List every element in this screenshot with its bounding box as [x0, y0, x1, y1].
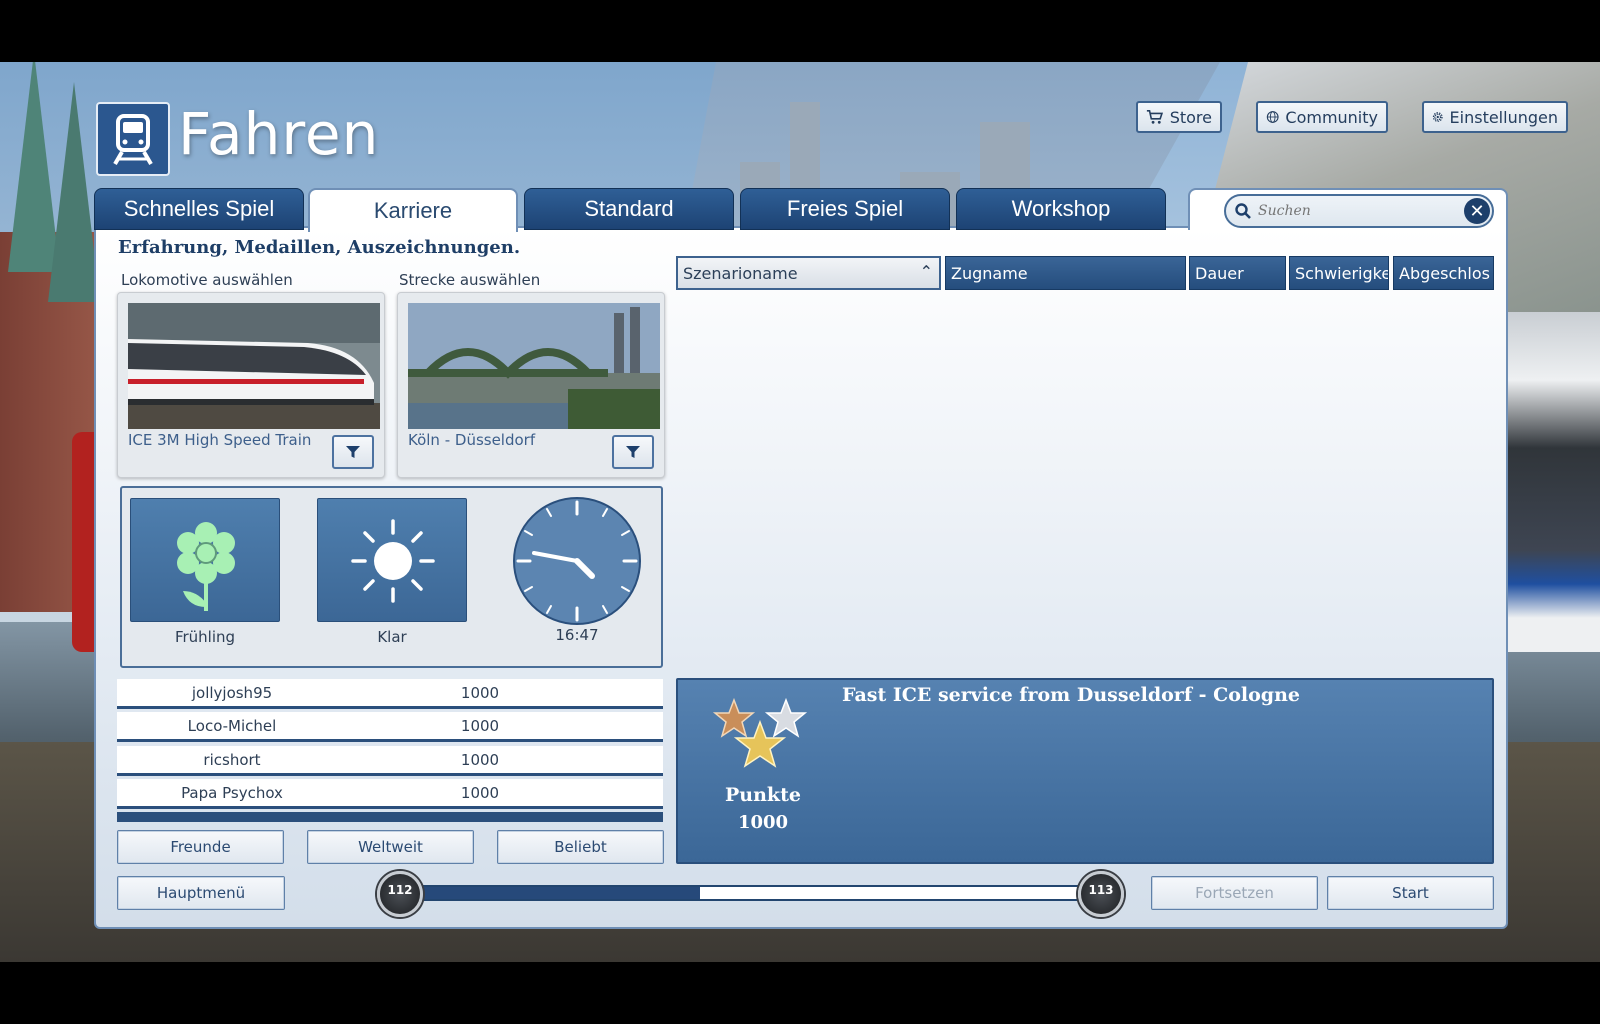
- player-score: 1000: [460, 716, 500, 735]
- column-label: Szenarioname: [683, 263, 798, 283]
- tab-free-play[interactable]: Freies Spiel: [740, 188, 950, 230]
- player-name: Loco-Michel: [187, 716, 277, 735]
- community-label: Community: [1285, 107, 1378, 127]
- scenario-detail: Fast ICE service from Dusseldorf - Colog…: [676, 678, 1494, 864]
- column-completed[interactable]: Abgeschlos: [1393, 256, 1494, 290]
- store-button[interactable]: Store: [1136, 101, 1222, 133]
- weather-label: Klar: [377, 628, 407, 646]
- loco-image: [128, 303, 380, 429]
- player-name: Papa Psychox: [181, 783, 283, 802]
- leaderboard-row: Papa Psychox 1000: [117, 779, 663, 809]
- clock-icon: [513, 497, 641, 625]
- page-title: Fahren: [178, 100, 380, 168]
- medals-icon: [712, 697, 808, 768]
- column-train-name[interactable]: Zugname: [945, 256, 1186, 290]
- settings-label: Einstellungen: [1449, 107, 1558, 127]
- main-menu-button[interactable]: Hauptmenü: [117, 876, 285, 910]
- column-difficulty[interactable]: Schwierigke: [1289, 256, 1389, 290]
- points-value: 1000: [737, 812, 789, 833]
- cart-icon: [1146, 110, 1164, 124]
- globe-icon: [1266, 111, 1279, 123]
- season-button[interactable]: [130, 498, 280, 622]
- xp-progress-fill: [412, 887, 701, 899]
- scenario-list[interactable]: [676, 292, 1494, 672]
- background-train: [1500, 312, 1600, 652]
- player-name: ricshort: [203, 750, 261, 769]
- leaderboard-row: ricshort 1000: [117, 746, 663, 776]
- player-score: 1000: [460, 750, 500, 769]
- store-label: Store: [1169, 107, 1212, 127]
- loco-name: ICE 3M High Speed Train: [128, 431, 312, 449]
- gear-icon: [1432, 112, 1443, 122]
- popular-button[interactable]: Beliebt: [497, 830, 664, 864]
- column-scenario-name[interactable]: Szenarioname ⌃: [676, 256, 941, 290]
- next-level-badge: 113: [1078, 871, 1124, 917]
- player-score: 1000: [460, 783, 500, 802]
- time-clock-button[interactable]: [512, 496, 642, 626]
- worldwide-button[interactable]: Weltweit: [307, 830, 474, 864]
- route-select-label: Strecke auswählen: [399, 271, 541, 289]
- player-name: jollyjosh95: [191, 683, 273, 702]
- tab-standard[interactable]: Standard: [524, 188, 734, 230]
- filter-icon: [626, 446, 640, 458]
- sort-ascending-icon: ⌃: [919, 262, 933, 281]
- column-duration[interactable]: Dauer: [1189, 256, 1286, 290]
- search-icon: [1235, 203, 1251, 219]
- leaderboard-footer: [117, 812, 663, 822]
- leaderboard-row: jollyjosh95 1000: [117, 679, 663, 709]
- leaderboard-row: Loco-Michel 1000: [117, 712, 663, 742]
- time-label: 16:47: [555, 626, 599, 644]
- tab-quick-game[interactable]: Schnelles Spiel: [94, 188, 304, 230]
- route-name: Köln - Düsseldorf: [408, 431, 536, 449]
- start-button[interactable]: Start: [1327, 876, 1494, 910]
- continue-button[interactable]: Fortsetzen: [1151, 876, 1318, 910]
- conditions-panel: Frühling Klar 16:47: [120, 486, 663, 668]
- scenario-title: Fast ICE service from Dusseldorf - Colog…: [842, 684, 1300, 706]
- current-level-badge: 112: [377, 871, 423, 917]
- weather-button[interactable]: [317, 498, 467, 622]
- route-card[interactable]: Köln - Düsseldorf: [397, 292, 665, 478]
- friends-button[interactable]: Freunde: [117, 830, 284, 864]
- filter-icon: [346, 446, 360, 458]
- route-image: [408, 303, 660, 429]
- tab-workshop[interactable]: Workshop: [956, 188, 1166, 230]
- points-label: Punkte: [725, 784, 801, 806]
- route-filter-button[interactable]: [612, 435, 654, 469]
- settings-button[interactable]: Einstellungen: [1422, 101, 1568, 133]
- train-mode-icon: [96, 102, 170, 176]
- xp-progress-bar: [410, 885, 1100, 901]
- sun-icon: [351, 519, 435, 603]
- loco-select-label: Lokomotive auswählen: [121, 271, 293, 289]
- background-spire: [48, 82, 100, 302]
- flower-icon: [177, 522, 235, 611]
- loco-card[interactable]: ICE 3M High Speed Train: [117, 292, 385, 478]
- tab-career[interactable]: Karriere: [308, 188, 518, 232]
- player-score: 1000: [460, 683, 500, 702]
- search-box[interactable]: ✕: [1224, 194, 1494, 228]
- season-label: Frühling: [174, 628, 236, 646]
- loco-filter-button[interactable]: [332, 435, 374, 469]
- community-button[interactable]: Community: [1256, 101, 1388, 133]
- section-heading: Erfahrung, Medaillen, Auszeichnungen.: [118, 237, 521, 258]
- clear-search-icon[interactable]: ✕: [1464, 198, 1490, 224]
- search-input[interactable]: [1258, 203, 1458, 219]
